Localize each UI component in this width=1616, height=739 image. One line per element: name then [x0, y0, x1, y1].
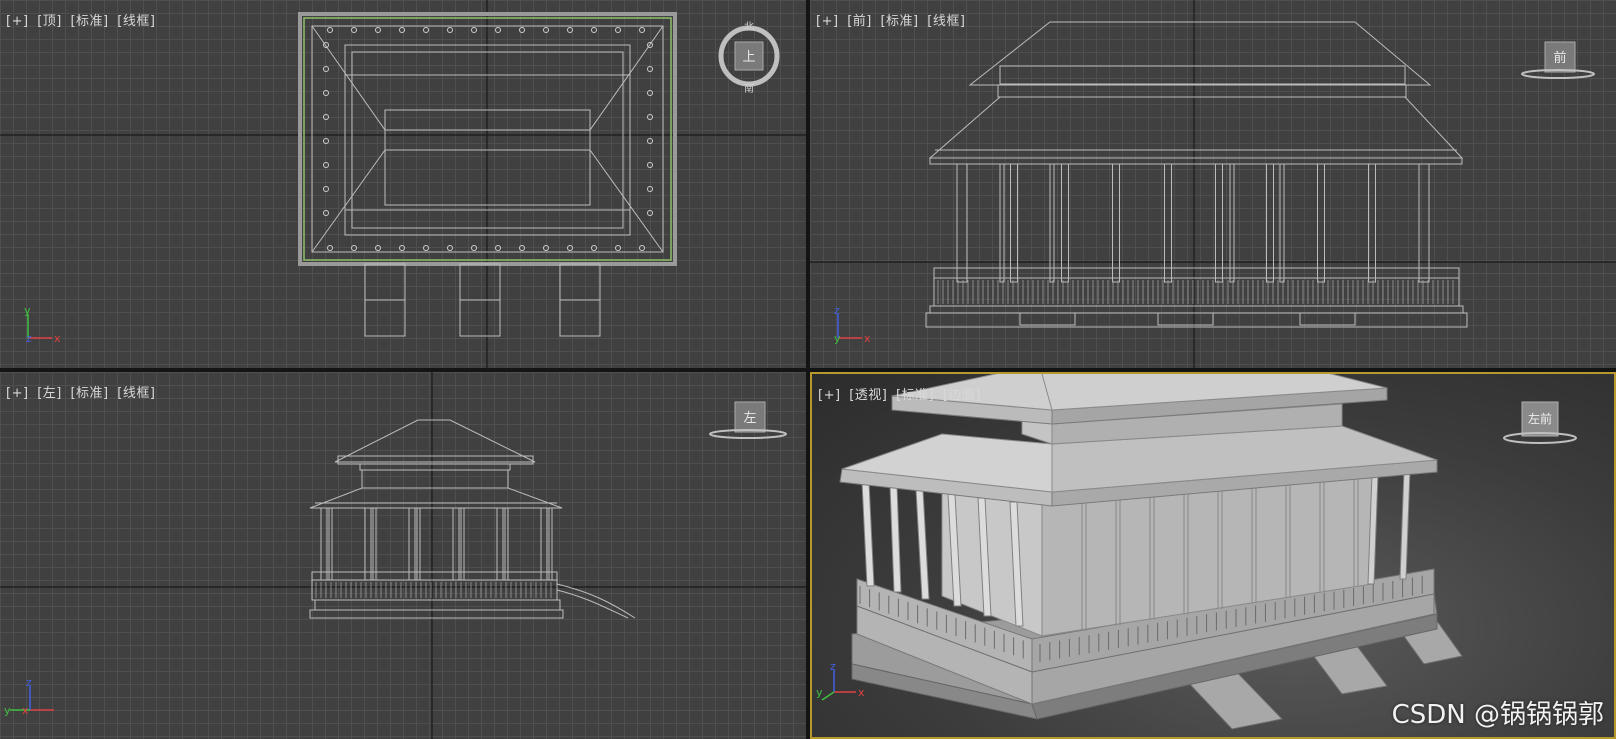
csdn-watermark: CSDN @锅锅锅郭 — [1391, 700, 1604, 730]
perspective-view-shaded-model: 左前 x z y — [816, 374, 1577, 730]
left-viewport-shading-mode[interactable]: [标准] — [70, 386, 108, 401]
axis-tripod-icon — [821, 670, 856, 701]
front-view-wireframe: 前 x z y — [810, 0, 1616, 368]
top-viewport-view-name[interactable]: [顶] — [37, 14, 62, 29]
axis-y-label: y — [24, 304, 31, 317]
top-view-wireframe: 北 南 上 x y z — [0, 0, 806, 368]
left-view-wireframe: 左 x z y — [0, 372, 806, 739]
axis-x-label: x — [858, 686, 865, 699]
viewport-workspace: [+] [顶] [标准] [线框] 北 南 上 x y z [+] [前] [标… — [0, 0, 1616, 739]
front-viewport-menu-plus[interactable]: [+] — [816, 14, 839, 29]
axis-x-label: x — [864, 332, 871, 345]
compass-south-label: 南 — [744, 82, 754, 95]
top-viewport-label: [+] [顶] [标准] [线框] — [6, 10, 159, 29]
front-viewport-display-mode[interactable]: [线框] — [927, 14, 965, 29]
axis-y-label: y — [4, 704, 11, 717]
axis-z-label: z — [26, 676, 32, 689]
top-viewport[interactable]: [+] [顶] [标准] [线框] 北 南 上 x y z — [0, 0, 806, 368]
perspective-viewport-view-name[interactable]: [透视] — [849, 388, 887, 403]
top-viewport-display-mode[interactable]: [线框] — [117, 14, 155, 29]
axis-tripod-icon — [837, 314, 862, 339]
front-viewport-view-name[interactable]: [前] — [847, 14, 872, 29]
viewcube-face-label: 前 — [1553, 50, 1566, 66]
viewcube-face-label: 上 — [742, 50, 755, 65]
top-viewport-shading-mode[interactable]: [标准] — [70, 14, 108, 29]
axis-x-label: x — [54, 332, 61, 345]
axis-z-label: z — [834, 304, 840, 317]
front-viewport[interactable]: [+] [前] [标准] [线框] 前 x z y — [810, 0, 1616, 368]
top-viewport-menu-plus[interactable]: [+] — [6, 14, 29, 29]
left-viewport[interactable]: [+] [左] [标准] [线框] 左 x z y — [0, 372, 806, 739]
axis-tripod-icon — [10, 686, 54, 711]
compass-north-label: 北 — [744, 21, 754, 33]
axis-y-label: y — [834, 332, 841, 345]
perspective-viewport-label: [+] [透视] [标准] [边面] — [818, 384, 985, 403]
perspective-viewport-display-mode[interactable]: [边面] — [943, 388, 981, 403]
left-viewport-label: [+] [左] [标准] [线框] — [6, 382, 159, 401]
axis-z-label: z — [26, 332, 32, 345]
axis-y-label: y — [816, 686, 823, 699]
viewcube-face-label: 左前 — [1528, 411, 1552, 426]
left-viewport-display-mode[interactable]: [线框] — [117, 386, 155, 401]
viewcube-face-label: 左 — [743, 411, 756, 426]
axis-z-label: z — [830, 660, 836, 673]
front-viewport-shading-mode[interactable]: [标准] — [880, 14, 918, 29]
left-viewport-view-name[interactable]: [左] — [37, 386, 62, 401]
front-viewport-label: [+] [前] [标准] [线框] — [816, 10, 969, 29]
axis-x-label: x — [22, 704, 29, 717]
perspective-viewport-menu-plus[interactable]: [+] — [818, 388, 841, 403]
perspective-viewport-shading-mode[interactable]: [标准] — [896, 388, 934, 403]
perspective-viewport[interactable]: [+] [透视] [标准] [边面] 左前 x z y CSDN @锅锅锅郭 — [810, 372, 1616, 739]
left-viewport-menu-plus[interactable]: [+] — [6, 386, 29, 401]
